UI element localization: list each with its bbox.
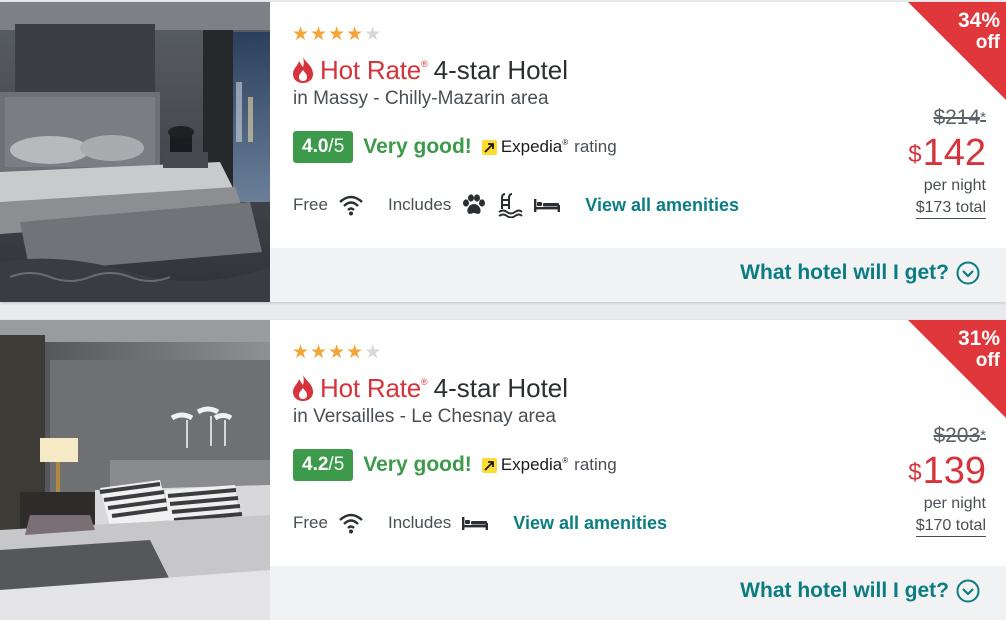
hotel-listing-card[interactable]: ★★★★★ Hot Rate ® 4-star Hotel in Versaill… bbox=[0, 320, 1006, 620]
rating-score-badge: 4.2/5 bbox=[293, 449, 354, 481]
original-price-asterisk: * bbox=[980, 427, 986, 444]
hotel-listing-card[interactable]: ★★★★★ Hot Rate ® 4-star Hotel in Massy - … bbox=[0, 2, 1006, 302]
guest-rating: 4.2/5 Very good! Expedia ® rating bbox=[293, 448, 617, 482]
per-night-label: per night bbox=[923, 177, 986, 194]
discount-off-label: off bbox=[975, 350, 1000, 371]
hotel-photo[interactable] bbox=[0, 2, 270, 302]
hotel-class-title: 4-star Hotel bbox=[433, 372, 569, 403]
what-hotel-label: What hotel will I get? bbox=[740, 261, 949, 284]
provider-trademark: ® bbox=[562, 137, 569, 147]
star-icon: ★ bbox=[328, 342, 347, 363]
expedia-plane-icon bbox=[481, 457, 497, 473]
star-icon: ★ bbox=[346, 24, 365, 45]
rating-score: 4.0 bbox=[302, 136, 329, 157]
trademark-mark: ® bbox=[421, 59, 428, 69]
includes-label: Includes bbox=[387, 513, 452, 532]
hot-rate-label: Hot Rate bbox=[320, 372, 422, 403]
currency-symbol: $ bbox=[908, 141, 922, 168]
pool-icon bbox=[497, 192, 524, 218]
original-price-value: $214 bbox=[933, 106, 981, 129]
discount-off-label: off bbox=[975, 32, 1000, 53]
star-rating: ★★★★★ bbox=[292, 343, 382, 363]
currency-symbol: $ bbox=[908, 459, 922, 486]
original-price: $203* bbox=[856, 424, 986, 448]
hot-rate-label: Hot Rate bbox=[320, 54, 422, 85]
free-label: Free bbox=[293, 513, 328, 532]
star-icon: ★ bbox=[310, 24, 329, 45]
star-icon: ★ bbox=[328, 24, 347, 45]
what-hotel-toggle[interactable]: What hotel will I get? bbox=[740, 261, 980, 285]
flame-icon bbox=[293, 375, 313, 401]
wifi-icon bbox=[338, 194, 364, 216]
current-price-value: 139 bbox=[922, 450, 986, 492]
wifi-icon bbox=[338, 512, 364, 534]
what-hotel-label: What hotel will I get? bbox=[740, 579, 949, 602]
hotel-photo[interactable] bbox=[0, 320, 270, 620]
location-text: in Massy - Chilly-Mazarin area bbox=[293, 88, 549, 109]
provider-trademark: ® bbox=[562, 455, 569, 465]
current-price: $139 bbox=[856, 450, 986, 492]
amenities-row: Free Includes View all amenities bbox=[293, 508, 667, 538]
total-price-link[interactable]: $170 total bbox=[915, 516, 986, 537]
listing-footer: What hotel will I get? bbox=[270, 248, 1006, 302]
star-empty-icon: ★ bbox=[364, 24, 383, 45]
rating-verbal: Very good! bbox=[363, 453, 472, 476]
view-all-amenities-link[interactable]: View all amenities bbox=[513, 513, 667, 534]
original-price-asterisk: * bbox=[980, 109, 986, 126]
includes-label: Includes bbox=[387, 195, 452, 214]
hotel-class-title: 4-star Hotel bbox=[433, 54, 569, 85]
provider-name: Expedia bbox=[500, 455, 563, 474]
discount-ribbon: 31% off bbox=[908, 320, 1006, 418]
star-empty-icon: ★ bbox=[364, 342, 383, 363]
flame-icon bbox=[293, 57, 313, 83]
original-price: $214* bbox=[856, 106, 986, 130]
rating-label: rating bbox=[574, 137, 617, 156]
price-block: $214* $142 per night $173 total bbox=[856, 106, 986, 219]
listing-title[interactable]: Hot Rate ® 4-star Hotel bbox=[292, 52, 568, 88]
rating-denominator: /5 bbox=[328, 454, 345, 475]
listing-content: ★★★★★ Hot Rate ® 4-star Hotel in Versaill… bbox=[270, 320, 1006, 620]
what-hotel-toggle[interactable]: What hotel will I get? bbox=[740, 579, 980, 603]
total-price-link[interactable]: $173 total bbox=[915, 198, 986, 219]
rating-label: rating bbox=[574, 455, 617, 474]
star-icon: ★ bbox=[310, 342, 329, 363]
guest-rating: 4.0/5 Very good! Expedia ® rating bbox=[293, 130, 617, 164]
price-block: $203* $139 per night $170 total bbox=[856, 424, 986, 537]
rating-score-badge: 4.0/5 bbox=[293, 131, 354, 163]
rating-denominator: /5 bbox=[328, 136, 345, 157]
discount-ribbon: 34% off bbox=[908, 2, 1006, 100]
expedia-plane-icon bbox=[481, 139, 497, 155]
location-text: in Versailles - Le Chesnay area bbox=[293, 406, 556, 427]
star-icon: ★ bbox=[346, 342, 365, 363]
provider-name: Expedia bbox=[500, 137, 563, 156]
trademark-mark: ® bbox=[421, 377, 428, 387]
star-icon: ★ bbox=[292, 342, 311, 363]
per-night-label: per night bbox=[923, 495, 986, 512]
chevron-down-circle-icon bbox=[956, 261, 980, 285]
bed-icon bbox=[533, 196, 561, 214]
view-all-amenities-link[interactable]: View all amenities bbox=[585, 195, 739, 216]
expedia-logo: Expedia ® bbox=[481, 455, 569, 475]
discount-percent: 34% bbox=[957, 9, 1000, 32]
current-price-value: 142 bbox=[922, 132, 986, 174]
listing-title[interactable]: Hot Rate ® 4-star Hotel bbox=[292, 370, 568, 406]
listing-content: ★★★★★ Hot Rate ® 4-star Hotel in Massy - … bbox=[270, 2, 1006, 302]
rating-verbal: Very good! bbox=[363, 135, 472, 158]
expedia-logo: Expedia ® bbox=[481, 137, 569, 157]
bed-icon bbox=[461, 514, 489, 532]
original-price-value: $203 bbox=[933, 424, 981, 447]
current-price: $142 bbox=[856, 132, 986, 174]
amenities-row: Free Includes View all amenities bbox=[293, 190, 739, 220]
rating-score: 4.2 bbox=[302, 454, 329, 475]
star-icon: ★ bbox=[292, 24, 311, 45]
pet-icon bbox=[461, 193, 487, 217]
free-label: Free bbox=[293, 195, 328, 214]
discount-percent: 31% bbox=[957, 327, 1000, 350]
star-rating: ★★★★★ bbox=[292, 25, 382, 45]
chevron-down-circle-icon bbox=[956, 579, 980, 603]
